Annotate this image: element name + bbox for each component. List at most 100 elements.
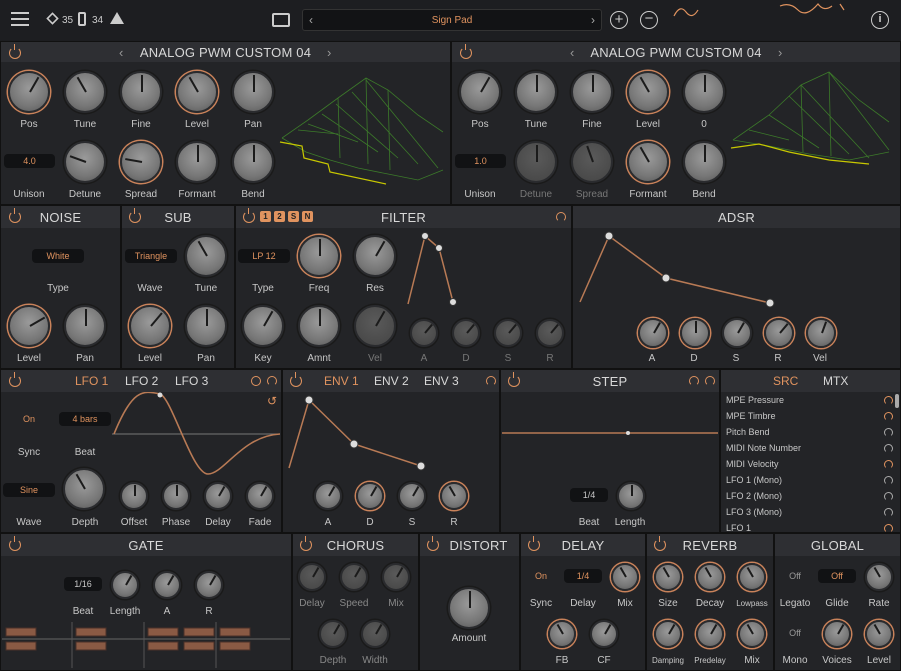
filter-badge-s[interactable]: S <box>288 211 299 222</box>
osc1-power-icon[interactable] <box>9 44 21 59</box>
osc2-pos-knob[interactable] <box>459 71 501 113</box>
step-retrigger-icon[interactable] <box>689 376 699 386</box>
chorus-width-knob[interactable] <box>361 620 389 648</box>
step-beat-select[interactable]: 1/4 <box>570 488 608 502</box>
adsr-vel-knob[interactable] <box>806 318 836 348</box>
delay-mix-knob[interactable] <box>611 563 639 591</box>
filter-power-icon[interactable] <box>243 208 255 223</box>
adsr-d-knob[interactable] <box>680 318 710 348</box>
lfo-fade-knob[interactable] <box>246 482 274 510</box>
osc2-fine-knob[interactable] <box>571 71 613 113</box>
chorus-power-icon[interactable] <box>300 536 312 551</box>
global-glide-toggle[interactable]: Off <box>818 569 856 583</box>
delay-cf-knob[interactable] <box>590 620 618 648</box>
delay-sync-toggle[interactable]: On <box>526 569 556 583</box>
delay-fb-knob[interactable] <box>548 620 576 648</box>
osc2-prev-icon[interactable]: ‹ <box>570 45 574 60</box>
osc2-pan-knob[interactable] <box>683 71 725 113</box>
lfo-sync-toggle[interactable]: On <box>3 412 55 426</box>
adsr-r-knob[interactable] <box>764 318 794 348</box>
osc1-level-knob[interactable] <box>176 71 218 113</box>
env-display[interactable] <box>284 392 434 482</box>
osc1-wavetable-display[interactable] <box>278 60 450 192</box>
osc1-bend-knob[interactable] <box>232 141 274 183</box>
tab-lfo2[interactable]: LFO 2 <box>125 374 158 388</box>
osc2-next-icon[interactable]: › <box>778 45 782 60</box>
tab-env2[interactable]: ENV 2 <box>374 374 409 388</box>
delay-time-select[interactable]: 1/4 <box>564 569 602 583</box>
filter-amnt-knob[interactable] <box>298 305 340 347</box>
list-item[interactable]: LFO 1 <box>726 523 751 533</box>
distort-amount-knob[interactable] <box>448 587 490 629</box>
osc2-spread-knob[interactable] <box>571 141 613 183</box>
tab-lfo3[interactable]: LFO 3 <box>175 374 208 388</box>
osc2-formant-knob[interactable] <box>627 141 669 183</box>
filter-vel-knob[interactable] <box>354 305 396 347</box>
delay-power-icon[interactable] <box>528 536 540 551</box>
list-item[interactable]: MIDI Velocity <box>726 459 779 469</box>
global-voices-knob[interactable] <box>823 620 851 648</box>
filter-s-knob[interactable] <box>494 319 522 347</box>
filter-freq-knob[interactable] <box>298 235 340 277</box>
filter-badge-n[interactable]: N <box>302 211 313 222</box>
mod-icon[interactable] <box>884 412 893 421</box>
env-s-knob[interactable] <box>398 482 426 510</box>
menu-icon[interactable] <box>11 12 29 26</box>
chorus-speed-knob[interactable] <box>340 563 368 591</box>
tab-mtx[interactable]: MTX <box>823 374 848 388</box>
tab-env3[interactable]: ENV 3 <box>424 374 459 388</box>
remove-icon[interactable]: − <box>640 11 658 29</box>
list-item[interactable]: MPE Timbre <box>726 411 776 421</box>
lfo-delay-knob[interactable] <box>204 482 232 510</box>
sub-level-knob[interactable] <box>129 305 171 347</box>
osc2-level-knob[interactable] <box>627 71 669 113</box>
adsr-s-knob[interactable] <box>722 318 752 348</box>
reverb-power-icon[interactable] <box>654 536 666 551</box>
osc2-detune-knob[interactable] <box>515 141 557 183</box>
osc1-prev-icon[interactable]: ‹ <box>119 45 123 60</box>
info-icon[interactable]: i <box>871 11 889 29</box>
filter-a-knob[interactable] <box>410 319 438 347</box>
global-mono-toggle[interactable]: Off <box>780 626 810 640</box>
filter-r-knob[interactable] <box>536 319 564 347</box>
osc1-tune-knob[interactable] <box>64 71 106 113</box>
step-power-icon[interactable] <box>508 372 520 387</box>
sub-wave-select[interactable]: Triangle <box>125 249 177 263</box>
lfo-mod-icon[interactable] <box>267 376 277 386</box>
osc1-pos-knob[interactable] <box>8 71 50 113</box>
filter-mod-icon[interactable] <box>556 212 566 222</box>
osc2-wavetable-display[interactable] <box>729 60 901 192</box>
osc1-unison-value[interactable]: 4.0 <box>4 154 55 168</box>
filter-badge-2[interactable]: 2 <box>274 211 285 222</box>
tab-env1[interactable]: ENV 1 <box>324 374 359 388</box>
filter-envelope-display[interactable] <box>404 228 464 308</box>
step-sequence-display[interactable] <box>502 392 718 478</box>
adsr-a-knob[interactable] <box>638 318 668 348</box>
reverb-damping-knob[interactable] <box>654 620 682 648</box>
gate-pattern-display[interactable] <box>2 622 290 668</box>
noise-power-icon[interactable] <box>9 208 21 223</box>
env-power-icon[interactable] <box>290 372 302 387</box>
env-r-knob[interactable] <box>440 482 468 510</box>
filter-badge-1[interactable]: 1 <box>260 211 271 222</box>
sub-tune-knob[interactable] <box>185 235 227 277</box>
lfo-power-icon[interactable] <box>9 372 21 387</box>
filter-type-select[interactable]: LP 12 <box>238 249 290 263</box>
osc1-detune-knob[interactable] <box>64 141 106 183</box>
env-d-knob[interactable] <box>356 482 384 510</box>
lfo-depth-knob[interactable] <box>63 468 105 510</box>
mod-icon[interactable] <box>884 396 893 405</box>
sub-pan-knob[interactable] <box>185 305 227 347</box>
reverb-decay-knob[interactable] <box>696 563 724 591</box>
osc1-formant-knob[interactable] <box>176 141 218 183</box>
gate-length-knob[interactable] <box>111 571 139 599</box>
noise-level-knob[interactable] <box>8 305 50 347</box>
list-item[interactable]: LFO 1 (Mono) <box>726 475 782 485</box>
lfo-beat-select[interactable]: 4 bars <box>59 412 111 426</box>
list-item[interactable]: Pitch Bend <box>726 427 770 437</box>
step-mod-icon[interactable] <box>705 376 715 386</box>
global-level-knob[interactable] <box>865 620 893 648</box>
warning-icon[interactable] <box>110 12 124 24</box>
osc1-pan-knob[interactable] <box>232 71 274 113</box>
global-rate-knob[interactable] <box>865 563 893 591</box>
